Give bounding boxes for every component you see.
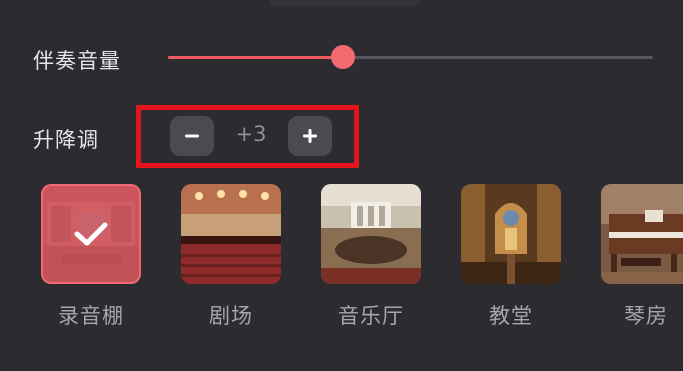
pitch-value: +3 (235, 122, 267, 146)
scene-label-studio: 录音棚 (58, 304, 124, 328)
accompaniment-volume-slider[interactable] (168, 45, 653, 69)
minus-icon (185, 134, 199, 138)
pitch-label: 升降调 (33, 128, 99, 152)
scene-theater[interactable] (181, 184, 281, 284)
concert-hall-thumbnail (321, 184, 421, 284)
scene-label-church: 教堂 (489, 304, 533, 328)
slider-fill (168, 56, 343, 59)
scene-label-theater: 剧场 (209, 304, 253, 328)
accompaniment-volume-label: 伴奏音量 (33, 49, 121, 73)
scene-piano-room[interactable] (601, 184, 683, 284)
pitch-increase-button[interactable] (288, 116, 332, 156)
piano-room-thumbnail (601, 184, 683, 284)
audio-settings-panel: 伴奏音量 升降调 +3 录音棚 剧场 音乐厅 教堂 琴房 (0, 0, 683, 371)
selected-overlay (41, 184, 141, 284)
plus-icon (303, 129, 317, 143)
scene-studio[interactable] (41, 184, 141, 284)
checkmark-icon (74, 222, 108, 246)
panel-handle (270, 0, 420, 6)
scene-concert-hall[interactable] (321, 184, 421, 284)
slider-thumb[interactable] (331, 45, 355, 69)
church-thumbnail (461, 184, 561, 284)
scene-label-concert-hall: 音乐厅 (338, 304, 404, 328)
scene-church[interactable] (461, 184, 561, 284)
pitch-decrease-button[interactable] (170, 116, 214, 156)
theater-thumbnail (181, 184, 281, 284)
scene-label-piano-room: 琴房 (624, 304, 668, 328)
